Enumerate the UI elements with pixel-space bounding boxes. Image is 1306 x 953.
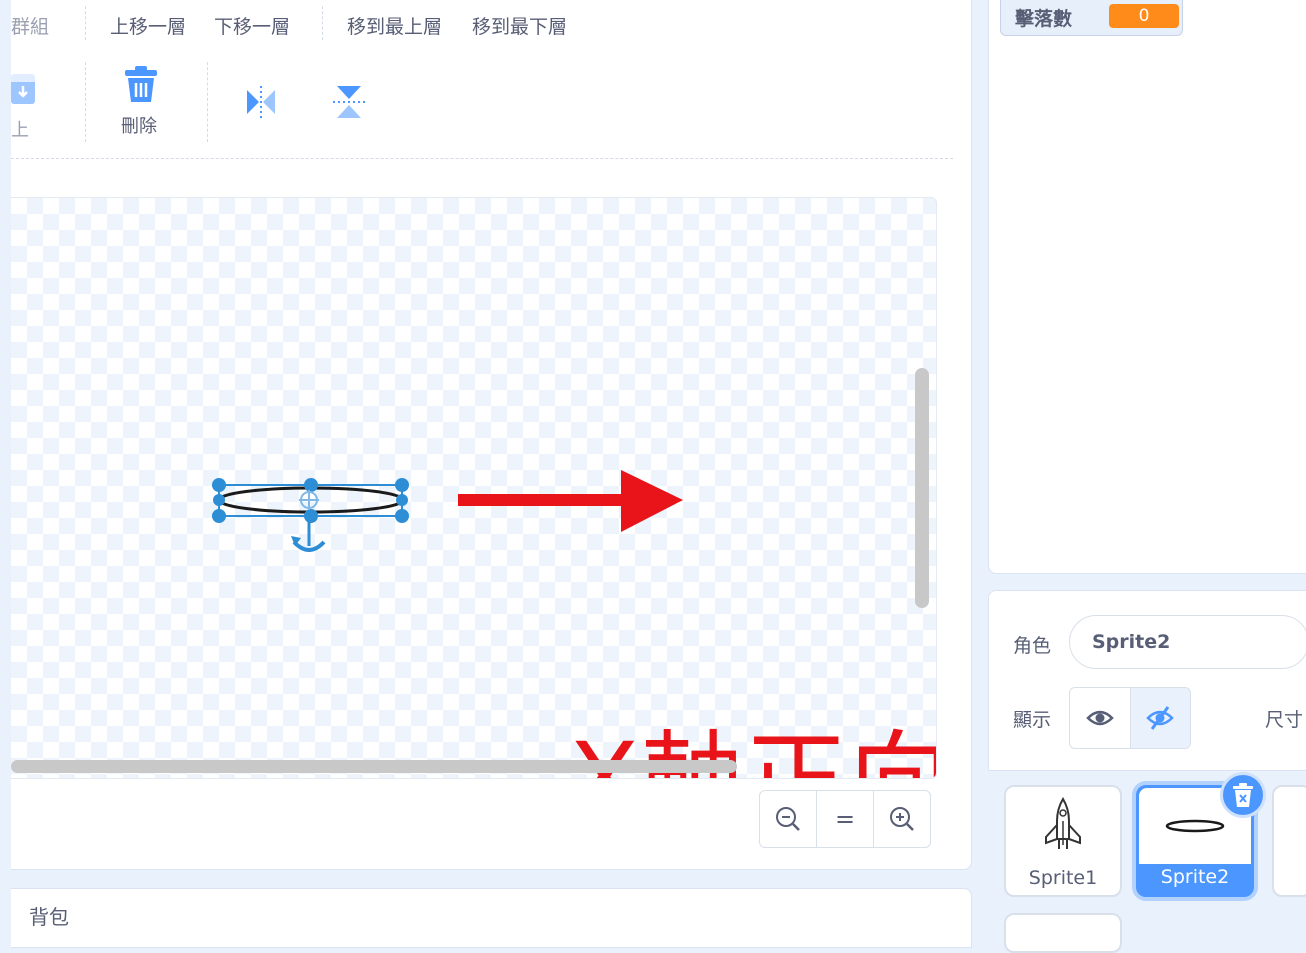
backpack-label: 背包 xyxy=(29,905,69,929)
backward-button[interactable]: 下移一層 xyxy=(214,12,290,39)
paste-button[interactable]: 上 xyxy=(11,64,51,142)
stage-panel: 擊落數 0 xyxy=(988,0,1306,574)
paint-canvas[interactable]: X軸正向 xyxy=(11,197,937,779)
show-button[interactable] xyxy=(1070,688,1130,748)
sprite-name-label: 角色 xyxy=(1013,635,1052,657)
rotate-handle-icon[interactable] xyxy=(291,516,326,552)
backpack-panel[interactable]: 背包 xyxy=(11,888,972,948)
flip-vertical-button[interactable] xyxy=(331,82,367,122)
hide-button[interactable] xyxy=(1129,688,1190,748)
red-arrow-annotation xyxy=(458,470,683,532)
divider xyxy=(85,6,86,40)
zoom-in-button[interactable] xyxy=(874,791,930,847)
send-to-back-button[interactable]: 移到最下層 xyxy=(472,12,567,39)
flip-horizontal-icon xyxy=(247,86,275,118)
variable-monitor[interactable]: 擊落數 0 xyxy=(1000,0,1183,36)
vertical-scrollbar[interactable] xyxy=(915,368,929,608)
eye-slash-icon xyxy=(1146,706,1175,730)
flip-vertical-icon xyxy=(333,86,365,118)
center-crosshair-icon xyxy=(299,490,319,510)
sprite-tile-sprite1[interactable]: Sprite1 xyxy=(1004,785,1122,897)
flip-horizontal-button[interactable] xyxy=(241,84,281,120)
delete-label: 刪除 xyxy=(121,116,157,137)
paint-editor: 群組 上移一層 下移一層 移到最上層 移到最下層 上 刪除 = xyxy=(11,0,972,870)
sprite-info-panel: 角色 顯示 尺寸 xyxy=(988,590,1306,770)
bring-to-front-button[interactable]: 移到最上層 xyxy=(347,12,442,39)
sprite-thumbnail xyxy=(1006,787,1120,863)
ungroup-button[interactable]: 群組 xyxy=(11,12,49,39)
visibility-toggle xyxy=(1069,687,1191,749)
eye-icon xyxy=(1085,710,1114,726)
delete-sprite-button[interactable] xyxy=(1220,772,1266,818)
horizontal-scrollbar[interactable] xyxy=(11,760,737,773)
zoom-reset-button[interactable]: = xyxy=(817,791,874,847)
zoom-in-icon xyxy=(890,807,914,831)
sprite-name-field[interactable] xyxy=(1069,615,1306,669)
toolbar-divider xyxy=(11,158,953,159)
paste-icon xyxy=(11,74,35,104)
monitor-value: 0 xyxy=(1109,4,1179,28)
toolbar-top-row: 群組 上移一層 下移一層 移到最上層 移到最下層 xyxy=(11,0,971,46)
trash-icon xyxy=(125,66,157,102)
window-left-edge xyxy=(0,0,11,937)
sprite-name: Sprite1 xyxy=(1028,867,1098,889)
zoom-out-icon xyxy=(776,807,800,831)
trash-icon xyxy=(1233,783,1253,807)
rocket-sprite-icon xyxy=(1045,797,1081,849)
zoom-out-button[interactable] xyxy=(760,791,817,847)
delete-button[interactable]: 刪除 xyxy=(111,62,171,142)
paste-label: 上 xyxy=(11,120,29,141)
ellipse-sprite-icon xyxy=(1165,819,1225,833)
divider xyxy=(322,6,323,40)
canvas-artwork xyxy=(212,470,683,552)
sprite-tile-partial[interactable] xyxy=(1004,913,1122,953)
divider xyxy=(85,62,86,142)
forward-button[interactable]: 上移一層 xyxy=(110,12,186,39)
divider xyxy=(207,62,208,142)
zoom-controls: = xyxy=(759,790,931,848)
size-label: 尺寸 xyxy=(1265,709,1304,731)
sprite-tile-partial[interactable] xyxy=(1272,785,1306,897)
sprite-name: Sprite2 xyxy=(1160,866,1230,888)
monitor-label: 擊落數 xyxy=(1015,8,1073,30)
show-label: 顯示 xyxy=(1013,709,1052,731)
